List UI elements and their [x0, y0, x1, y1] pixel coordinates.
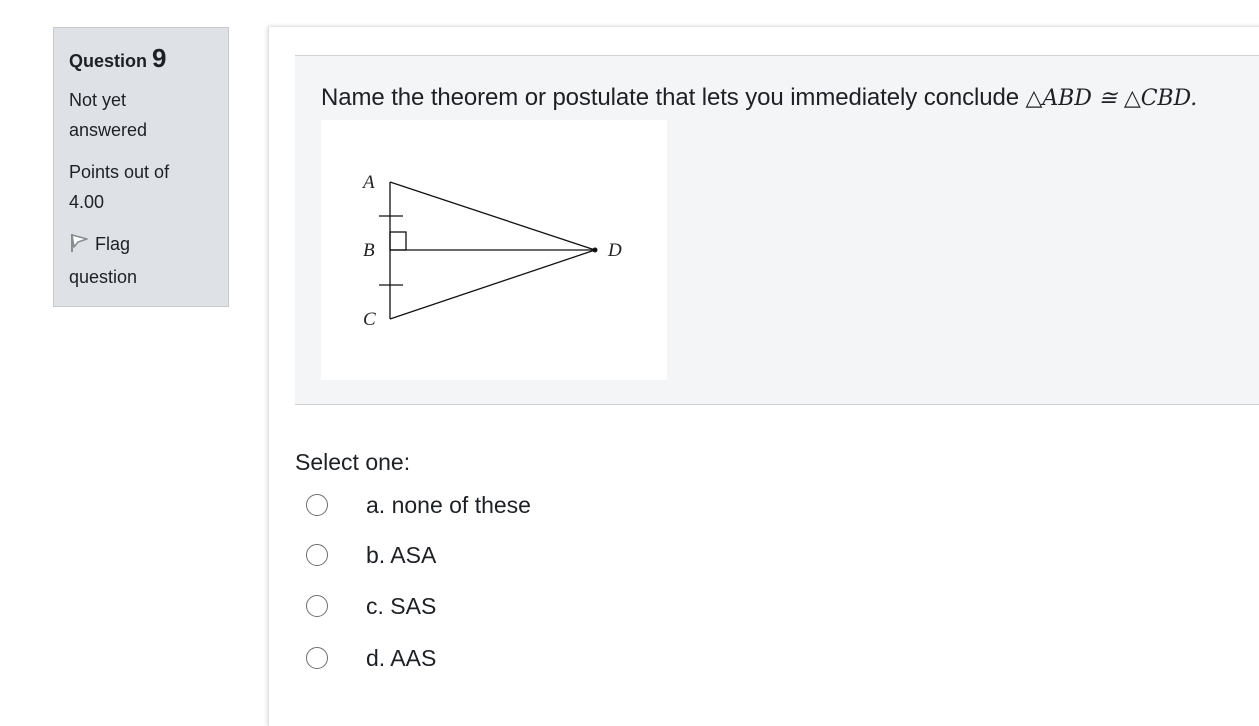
question-formulation: Name the theorem or postulate that lets …	[295, 55, 1259, 405]
answer-label: a. none of these	[366, 492, 531, 518]
answer-label: d. AAS	[366, 645, 437, 671]
radio-button[interactable]	[306, 595, 328, 617]
question-heading: Question 9	[69, 44, 228, 75]
flag-icon	[69, 232, 89, 262]
select-one-prompt: Select one:	[295, 449, 411, 475]
answer-option-c[interactable]: c. SAS	[306, 590, 606, 622]
flag-question-link[interactable]: Flag question	[69, 229, 189, 292]
question-text: Name the theorem or postulate that lets …	[321, 84, 1197, 112]
answer-label: b. ASA	[366, 542, 437, 568]
radio-button[interactable]	[306, 494, 328, 516]
question-info-panel: Question 9 Not yet answered Points out o…	[53, 27, 229, 307]
answer-label: c. SAS	[366, 593, 437, 619]
answer-option-a[interactable]: a. none of these	[306, 489, 606, 521]
vertex-label-a: A	[361, 172, 375, 193]
triangle-diagram: A B C D	[321, 120, 667, 380]
question-grade: Points out of 4.00	[69, 162, 170, 212]
radio-button[interactable]	[306, 544, 328, 566]
question-text-body: Name the theorem or postulate that lets …	[321, 84, 1019, 111]
answer-option-d[interactable]: d. AAS	[306, 642, 606, 674]
vertex-label-c: C	[363, 309, 376, 330]
vertex-label-d: D	[607, 240, 622, 261]
congruence-statement: △ABD ≅ △CBD.	[1025, 86, 1198, 111]
question-number: 9	[152, 43, 167, 73]
question-state: Not yet answered	[69, 90, 148, 140]
answer-option-b[interactable]: b. ASA	[306, 539, 606, 571]
vertex-label-b: B	[363, 240, 375, 261]
question-label: Question	[69, 51, 148, 71]
radio-button[interactable]	[306, 647, 328, 669]
